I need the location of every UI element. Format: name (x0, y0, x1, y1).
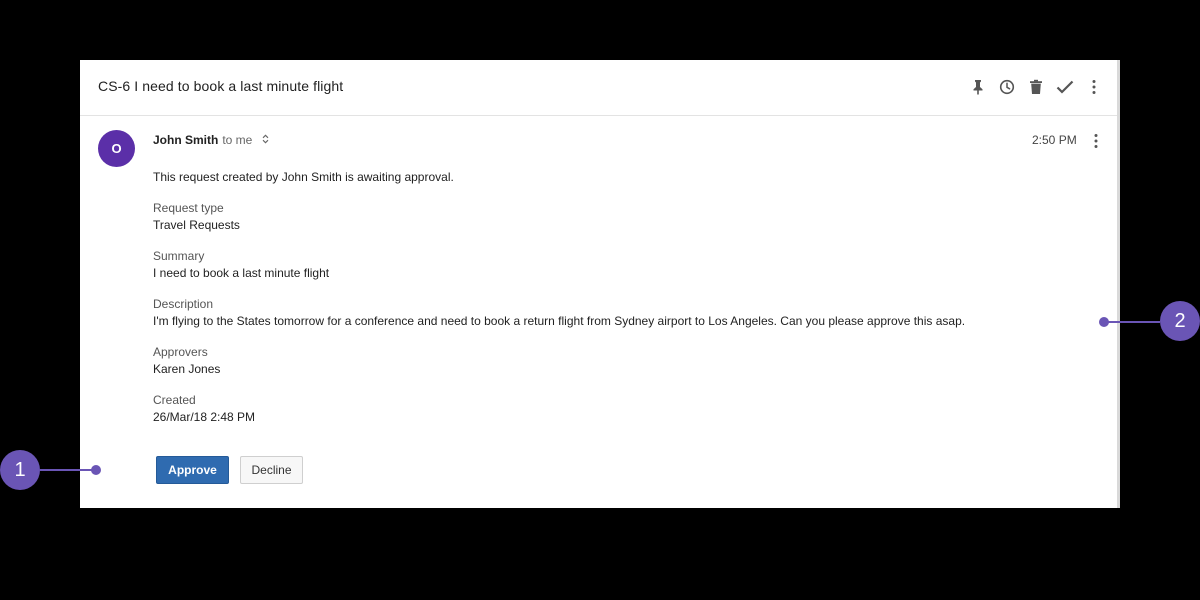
intro-text: This request created by John Smith is aw… (153, 170, 454, 184)
stage: CS-6 I need to book a last minute flight (0, 0, 1200, 600)
action-buttons: Approve Decline (156, 456, 303, 484)
approve-button[interactable]: Approve (156, 456, 229, 484)
callout-2-line (1108, 321, 1160, 323)
avatar: O (98, 130, 135, 167)
field-approvers: Approvers Karen Jones (153, 343, 1083, 377)
field-value: I need to book a last minute flight (153, 266, 330, 280)
field-created: Created 26/Mar/18 2:48 PM (153, 391, 1083, 425)
decline-button[interactable]: Decline (240, 456, 303, 484)
sender-name[interactable]: John Smith (153, 133, 218, 147)
field-label: Approvers (153, 345, 208, 359)
callout-2-badge: 2 (1160, 301, 1200, 341)
check-icon[interactable] (1056, 78, 1074, 96)
field-label: Created (153, 393, 196, 407)
trash-icon[interactable] (1027, 78, 1045, 96)
message-more-icon[interactable] (1087, 132, 1105, 150)
expand-details-icon[interactable] (262, 134, 269, 147)
email-toolbar (969, 78, 1103, 96)
email-card: CS-6 I need to book a last minute flight (80, 60, 1120, 508)
field-summary: Summary I need to book a last minute fli… (153, 247, 1083, 281)
sender-row: John Smith to me (153, 133, 269, 147)
field-label: Description (153, 297, 214, 311)
subject-bar: CS-6 I need to book a last minute flight (80, 60, 1117, 116)
recipient-text: to me (222, 133, 253, 147)
field-request-type: Request type Travel Requests (153, 199, 1083, 233)
email-subject: CS-6 I need to book a last minute flight (98, 78, 344, 94)
field-value: Travel Requests (153, 218, 240, 232)
field-label: Summary (153, 249, 205, 263)
field-value: 26/Mar/18 2:48 PM (153, 410, 256, 424)
callout-1-dot (91, 465, 101, 475)
field-value: I'm flying to the States tomorrow for a … (153, 314, 966, 328)
pin-icon[interactable] (969, 78, 987, 96)
callout-1-badge: 1 (0, 450, 40, 490)
callout-1-line (40, 469, 92, 471)
field-label: Request type (153, 201, 224, 215)
more-vert-icon[interactable] (1085, 78, 1103, 96)
message-body: This request created by John Smith is aw… (153, 169, 1083, 439)
field-description: Description I'm flying to the States tom… (153, 295, 1083, 329)
snooze-icon[interactable] (998, 78, 1016, 96)
field-value: Karen Jones (153, 362, 221, 376)
message-time: 2:50 PM (1032, 133, 1077, 147)
